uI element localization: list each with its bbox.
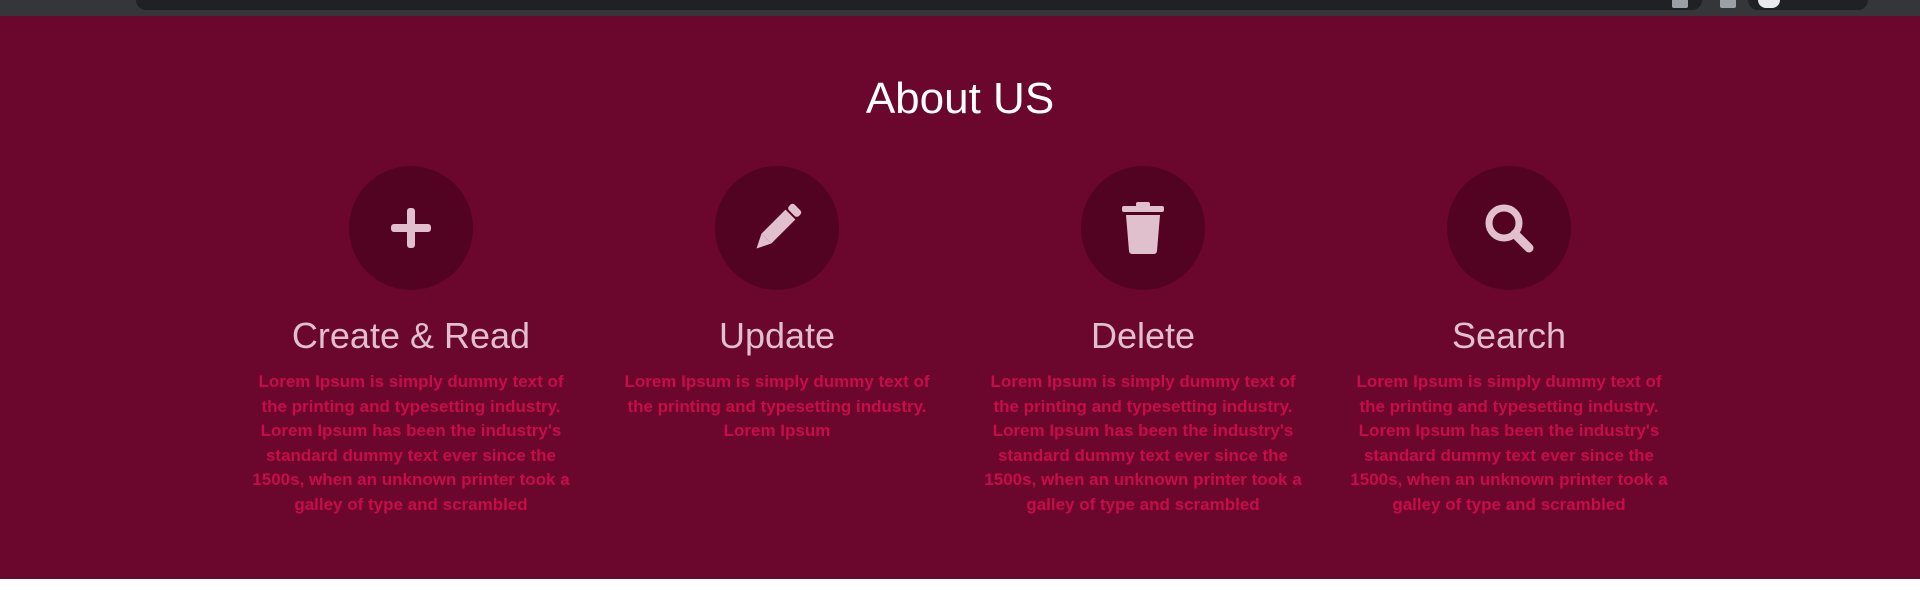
browser-toolbar: [0, 0, 1920, 16]
feature-description: Lorem Ipsum is simply dummy text of the …: [252, 372, 570, 514]
plus-icon: [391, 208, 431, 248]
feature-title: Search: [1451, 315, 1567, 356]
feature-delete: Delete Lorem Ipsum is simply dummy text …: [973, 166, 1313, 518]
feature-title: Delete: [1090, 315, 1196, 356]
feature-update: Update Lorem Ipsum is simply dummy text …: [607, 166, 947, 444]
feature-icon-circle: [715, 166, 839, 290]
feature-title: Create & Read: [291, 315, 531, 356]
feature-title: Update: [718, 315, 836, 356]
feature-description: Lorem Ipsum is simply dummy text of the …: [1350, 372, 1668, 514]
feature-search: Search Lorem Ipsum is simply dummy text …: [1339, 166, 1679, 518]
feature-icon-circle: [1447, 166, 1571, 290]
feature-icon-circle: [1081, 166, 1205, 290]
address-bar[interactable]: [136, 0, 1702, 10]
about-section: About US Create & Read Lorem Ipsum is si…: [0, 16, 1920, 579]
feature-description: Lorem Ipsum is simply dummy text of the …: [624, 372, 930, 441]
translate-icon[interactable]: [1672, 0, 1688, 8]
section-title: About US: [865, 74, 1055, 123]
pencil-icon: [756, 203, 802, 249]
feature-icon-circle: [349, 166, 473, 290]
trash-icon: [1122, 202, 1164, 254]
feature-create-read: Create & Read Lorem Ipsum is simply dumm…: [241, 166, 581, 518]
tab-search-icon[interactable]: [1720, 0, 1736, 8]
feature-description: Lorem Ipsum is simply dummy text of the …: [984, 372, 1302, 514]
search-icon: [1485, 204, 1534, 253]
